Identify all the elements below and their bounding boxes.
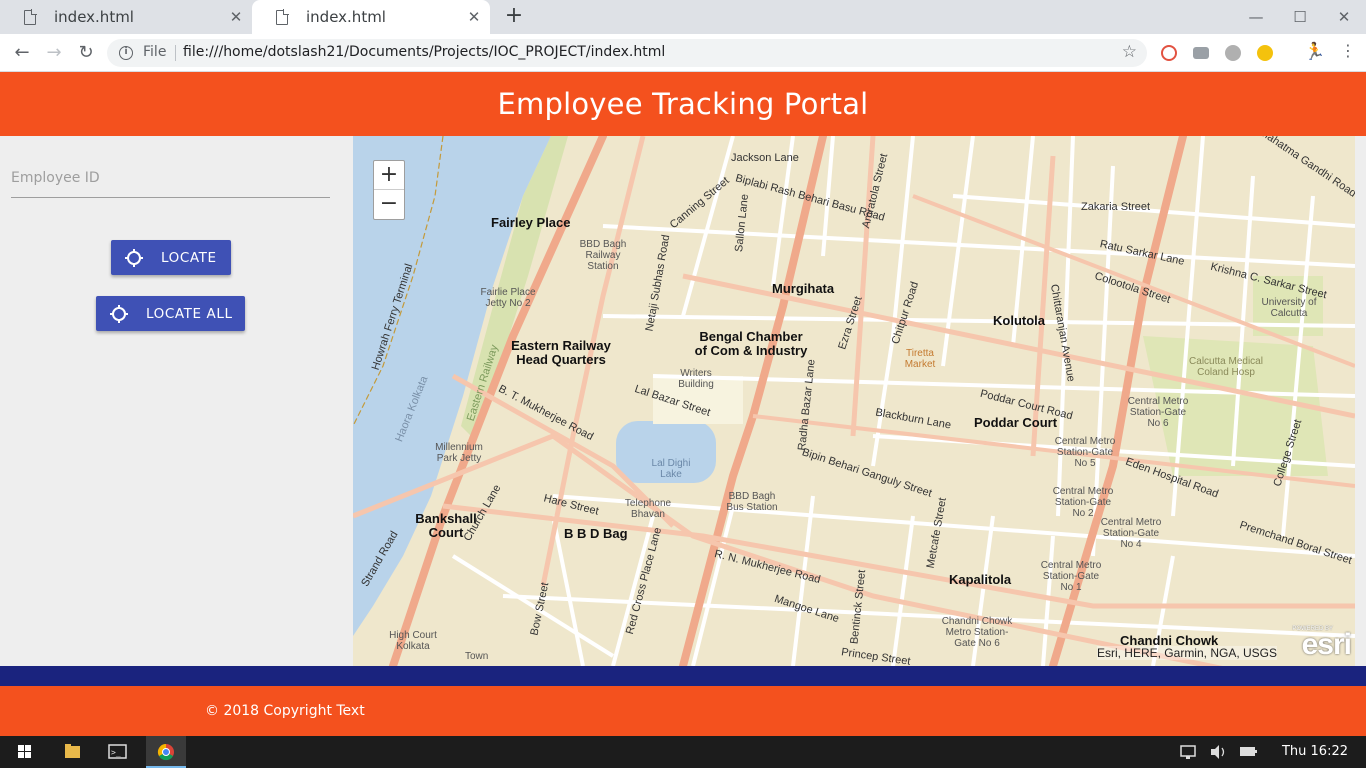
esri-logo[interactable]: esri bbox=[1302, 628, 1352, 662]
browser-tab-active[interactable]: index.html ✕ bbox=[252, 0, 490, 34]
page-scrollbar-gutter bbox=[1355, 136, 1366, 666]
sidebar: LOCATE LOCATE ALL bbox=[0, 136, 353, 666]
map-street-label: Zakaria Street bbox=[1081, 201, 1151, 213]
map-poi-label: Lal Dighi Lake bbox=[651, 458, 691, 480]
extension-icon[interactable] bbox=[1161, 45, 1177, 61]
divider bbox=[175, 45, 176, 61]
map-attribution: Esri, HERE, Garmin, NGA, USGS bbox=[1096, 646, 1277, 660]
map-place-label: Kolutola bbox=[993, 313, 1045, 328]
map-poi-label: University of Calcutta bbox=[1261, 297, 1317, 319]
page-title: Employee Tracking Portal bbox=[497, 87, 869, 121]
tab-close-icon[interactable]: ✕ bbox=[466, 9, 482, 25]
browser-tab-strip: index.html ✕ index.html ✕ + — ☐ ✕ bbox=[0, 0, 1366, 34]
locate-button[interactable]: LOCATE bbox=[111, 240, 231, 275]
map-poi-label: Central Metro Station-Gate No 6 bbox=[1127, 396, 1189, 429]
windows-start-icon[interactable] bbox=[4, 736, 44, 768]
star-icon[interactable]: ☆ bbox=[1122, 42, 1137, 62]
file-explorer-icon[interactable] bbox=[52, 736, 92, 768]
info-icon[interactable]: i bbox=[119, 46, 133, 60]
svg-text:>_: >_ bbox=[111, 748, 121, 757]
map-place-label: Murgihata bbox=[772, 281, 835, 296]
map-poi-label: BBD Bagh Bus Station bbox=[726, 491, 778, 513]
browser-toolbar: ← → ↻ i File file:///home/dotslash21/Doc… bbox=[0, 34, 1366, 72]
reload-button[interactable]: ↻ bbox=[75, 42, 97, 63]
locate-all-button[interactable]: LOCATE ALL bbox=[96, 296, 245, 331]
tab-close-icon[interactable]: ✕ bbox=[228, 9, 244, 25]
zoom-in-button[interactable]: + bbox=[374, 161, 404, 190]
map-poi-label: Central Metro Station-Gate No 5 bbox=[1054, 436, 1116, 469]
employee-id-input[interactable] bbox=[11, 158, 330, 198]
os-taskbar: >_ Thu 16:22 bbox=[0, 736, 1366, 768]
map-place-label: Poddar Court bbox=[974, 415, 1058, 430]
crosshair-icon bbox=[110, 303, 128, 324]
map-poi-label: Writers Building bbox=[678, 368, 714, 390]
extension-icon[interactable] bbox=[1225, 45, 1241, 61]
terminal-icon[interactable]: >_ bbox=[98, 736, 138, 768]
url-text[interactable]: file:///home/dotslash21/Documents/Projec… bbox=[183, 44, 665, 60]
menu-icon[interactable]: ⋮ bbox=[1340, 41, 1356, 60]
map-place-label: Kapalitola bbox=[949, 572, 1012, 587]
profile-icon[interactable]: 🏃 bbox=[1304, 42, 1325, 62]
maximize-button[interactable]: ☐ bbox=[1290, 8, 1310, 26]
new-tab-button[interactable]: + bbox=[503, 5, 525, 28]
map-view[interactable]: + − Fairley Place Murgihata Kolutola Eas… bbox=[353, 136, 1355, 666]
map-place-label: Fairley Place bbox=[491, 215, 571, 230]
page-footer: © 2018 Copyright Text bbox=[0, 686, 1366, 736]
map-place-label: Eastern Railway Head Quarters bbox=[511, 338, 611, 367]
close-window-button[interactable]: ✕ bbox=[1334, 8, 1354, 26]
network-icon[interactable] bbox=[1176, 736, 1200, 768]
map-place-label: Bengal Chamber of Com & Industry bbox=[694, 329, 808, 358]
map-poi-label: Fairlie Place Jetty No 2 bbox=[480, 287, 536, 309]
crosshair-icon bbox=[125, 247, 143, 268]
scheme-label: File bbox=[143, 44, 167, 60]
document-icon bbox=[24, 9, 37, 25]
app-header: Employee Tracking Portal bbox=[0, 72, 1366, 136]
minimize-button[interactable]: — bbox=[1246, 8, 1266, 26]
copyright-text: © 2018 Copyright Text bbox=[205, 703, 365, 719]
map-poi-label: Telephone Bhavan bbox=[624, 498, 672, 520]
extension-icon[interactable] bbox=[1257, 45, 1273, 61]
map-poi-label: Central Metro Station-Gate No 4 bbox=[1100, 517, 1162, 550]
taskbar-clock[interactable]: Thu 16:22 bbox=[1282, 744, 1348, 759]
zoom-control: + − bbox=[373, 160, 405, 220]
map-poi-label: Town bbox=[465, 651, 489, 662]
map-poi-label: Central Metro Station-Gate No 2 bbox=[1052, 486, 1114, 519]
volume-icon[interactable] bbox=[1206, 736, 1230, 768]
document-icon bbox=[276, 9, 289, 25]
map-poi-label: Calcutta Medical Coland Hosp bbox=[1189, 356, 1263, 378]
map-street-label: Jackson Lane bbox=[731, 152, 799, 164]
browser-tab[interactable]: index.html ✕ bbox=[0, 0, 252, 34]
forward-button[interactable]: → bbox=[43, 42, 65, 63]
chrome-icon[interactable] bbox=[146, 736, 186, 768]
tab-title: index.html bbox=[54, 8, 134, 26]
address-bar[interactable]: i File file:///home/dotslash21/Documents… bbox=[107, 39, 1147, 67]
extension-icon[interactable] bbox=[1193, 47, 1209, 59]
tab-title: index.html bbox=[306, 8, 386, 26]
map-place-label: B B D Bag bbox=[564, 526, 628, 541]
map-poi-label: BBD Bagh Railway Station bbox=[579, 239, 627, 272]
locate-all-button-label: LOCATE ALL bbox=[146, 305, 233, 322]
map-poi-label: High Court Kolkata bbox=[389, 630, 437, 652]
map-poi-label: Central Metro Station-Gate No 1 bbox=[1040, 560, 1102, 593]
map-poi-label: Chandni Chowk Metro Station-Gate No 6 bbox=[941, 616, 1013, 649]
map-poi-label: Millennium Park Jetty bbox=[435, 442, 483, 464]
back-button[interactable]: ← bbox=[11, 42, 33, 63]
zoom-out-button[interactable]: − bbox=[374, 190, 404, 219]
map-poi-label: Tiretta Market bbox=[904, 348, 936, 370]
footer-divider-strip bbox=[0, 666, 1366, 686]
locate-button-label: LOCATE bbox=[161, 249, 217, 266]
battery-icon[interactable] bbox=[1236, 736, 1260, 768]
